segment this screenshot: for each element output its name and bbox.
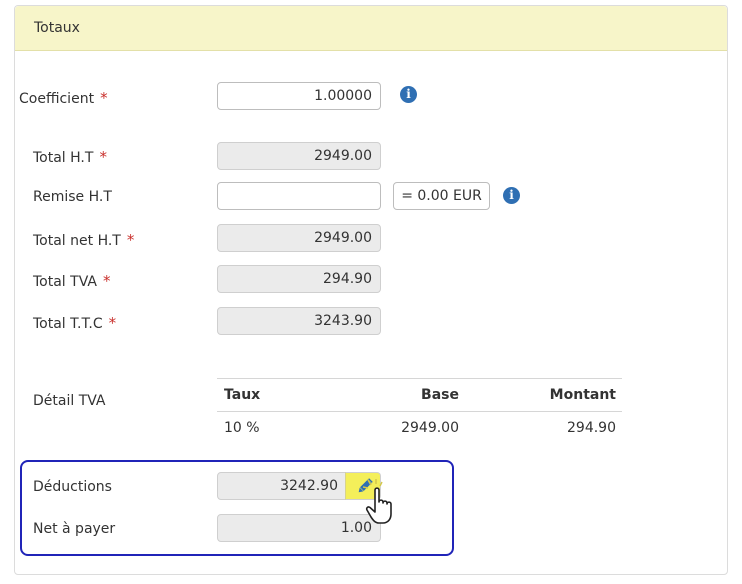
coefficient-label-text: Coefficient: [19, 91, 95, 107]
hand-pointer-icon: [362, 479, 392, 524]
total-ttc-label-text: Total T.T.C: [33, 316, 103, 332]
required-marker: *: [126, 231, 135, 249]
required-marker: *: [108, 314, 117, 332]
table-header-row: Taux Base Montant: [217, 378, 622, 412]
remise-ht-input[interactable]: [217, 182, 381, 210]
coefficient-input[interactable]: 1.00000: [217, 82, 381, 110]
detail-tva-table: Taux Base Montant 10 % 2949.00 294.90: [217, 378, 622, 444]
required-marker: *: [102, 272, 111, 290]
required-marker: *: [100, 89, 108, 107]
total-ht-label-text: Total H.T: [33, 150, 94, 166]
total-tva-label: Total TVA *: [33, 272, 110, 290]
total-tva-label-text: Total TVA: [33, 274, 97, 290]
required-marker: *: [99, 148, 107, 166]
info-icon[interactable]: i: [400, 86, 417, 103]
net-a-payer-label: Net à payer: [33, 521, 116, 537]
remise-converted-value: = 0.00 EUR: [393, 182, 490, 210]
cell-montant: 294.90: [567, 420, 616, 436]
total-net-ht-label: Total net H.T *: [33, 231, 134, 249]
total-tva-field: 294.90: [217, 265, 381, 293]
total-net-ht-field: 2949.00: [217, 224, 381, 252]
net-a-payer-field: 1.00: [217, 514, 381, 542]
deductions-label: Déductions: [33, 479, 112, 495]
panel-title: Totaux: [34, 20, 80, 36]
cell-base: 2949.00: [401, 420, 459, 436]
remise-ht-label: Remise H.T: [33, 189, 112, 205]
total-ht-field: 2949.00: [217, 142, 381, 170]
total-net-ht-label-text: Total net H.T: [33, 233, 121, 249]
header-taux: Taux: [224, 387, 261, 403]
total-ttc-label: Total T.T.C *: [33, 314, 116, 332]
header-montant: Montant: [549, 387, 616, 403]
cell-taux: 10 %: [224, 420, 260, 436]
detail-tva-label: Détail TVA: [33, 393, 106, 409]
info-icon[interactable]: i: [503, 187, 520, 204]
total-ttc-field: 3243.90: [217, 307, 381, 335]
total-ht-label: Total H.T *: [33, 148, 107, 166]
coefficient-label: Coefficient *: [19, 89, 108, 107]
table-row: 10 % 2949.00 294.90: [217, 412, 622, 444]
header-base: Base: [421, 387, 459, 403]
panel-header: Totaux: [15, 6, 727, 51]
deductions-field: 3242.90: [217, 472, 347, 500]
